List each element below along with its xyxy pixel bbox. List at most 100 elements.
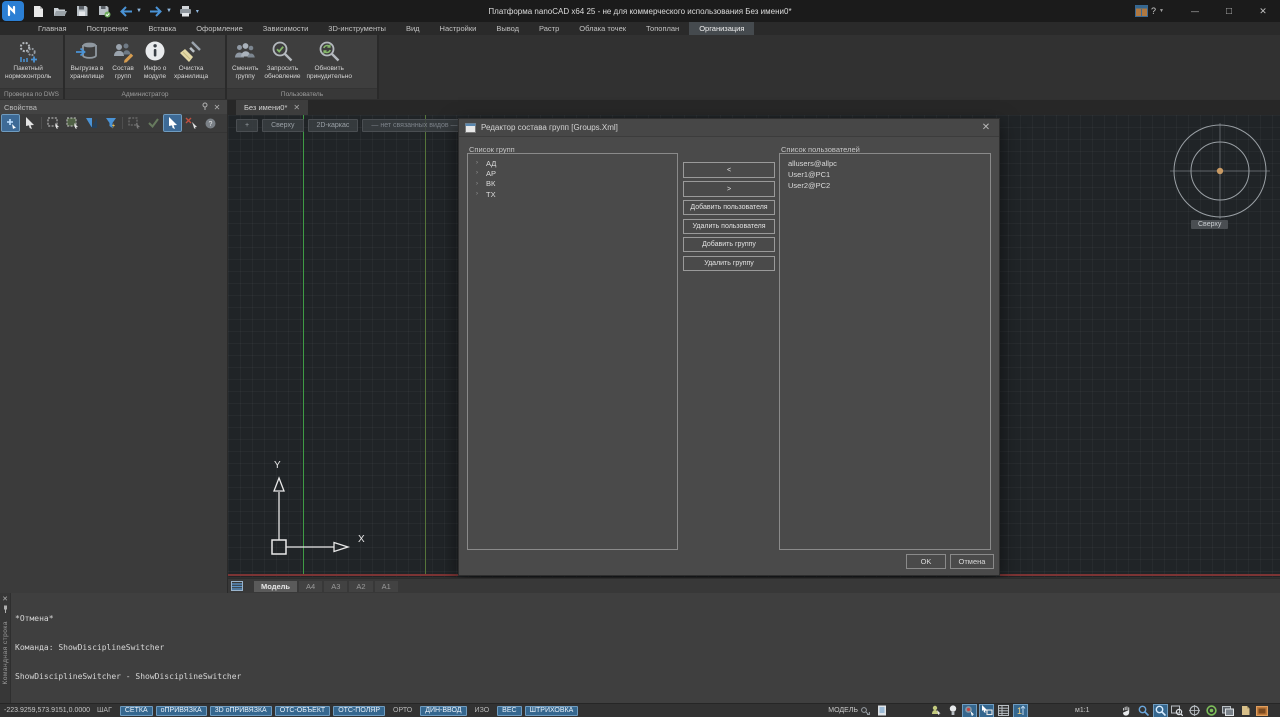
group-tree-item[interactable]: ›АР [468,168,677,178]
window-select-icon[interactable] [45,115,62,131]
group-members-button[interactable]: Состав групп [107,37,139,82]
remove-group-button[interactable]: Удалить группу [683,256,775,271]
zoom-icon[interactable] [1137,705,1150,717]
user-list-item[interactable]: allusers@allpc [780,158,990,169]
command-panel-pin-icon[interactable] [2,605,9,615]
undo-dropdown-icon[interactable]: ▼ [136,8,142,14]
viewport-linked-views-button[interactable]: — нет связанных видов — [362,119,466,132]
notes-icon[interactable] [877,705,887,716]
layout-tab-a1[interactable]: A1 [375,581,398,592]
tab-oformlenie[interactable]: Оформление [186,22,253,35]
notifications-bulb-icon[interactable] [946,705,959,717]
qat-customize-icon[interactable]: ▾ [196,8,199,15]
panel-close-icon[interactable]: ✕ [211,103,223,112]
selection-help-icon[interactable]: ? [202,115,219,131]
toggle-lineweight[interactable]: ВЕС [497,706,521,716]
toggle-3d-osnap[interactable]: 3D оПРИВЯЗКА [210,706,272,716]
zoom-window-icon[interactable] [1154,705,1167,717]
command-history[interactable]: *Отмена* Команда: ShowDisciplineSwitcher… [11,593,1280,717]
group-tree-item[interactable]: ›ТХ [468,189,677,199]
save-as-icon[interactable] [96,3,112,19]
tab-vyvod[interactable]: Вывод [486,22,529,35]
toggle-polar[interactable]: ОТС-ПОЛЯР [333,706,385,716]
undo-icon[interactable] [118,3,134,19]
layout-tab-model[interactable]: Модель [254,581,297,592]
tab-nastroyki[interactable]: Настройки [430,22,487,35]
visual-style-sphere-icon[interactable] [1205,705,1218,717]
tab-postroenie[interactable]: Построение [77,22,139,35]
toggle-osnap[interactable]: оПРИВЯЗКА [156,706,207,716]
toggle-dyn-input[interactable]: ДИН-ВВОД [420,706,466,716]
document-tab[interactable]: Без имени0* ✕ [236,100,308,115]
tab-organizatsiya[interactable]: Организация [689,22,754,35]
tab-topoplan[interactable]: Топоплан [636,22,689,35]
add-user-button[interactable]: Добавить пользователя [683,200,775,215]
compass-view-label[interactable]: Сверху [1191,220,1228,229]
crossing-select-icon[interactable] [64,115,81,131]
selection-cycling-icon[interactable] [963,705,976,717]
viewport-visual-style-button[interactable]: 2D-каркас [308,119,359,132]
ok-button[interactable]: OK [906,554,946,569]
pointer-mode-icon[interactable] [164,115,181,131]
change-group-button[interactable]: Сменить группу [229,37,261,82]
storage-upload-button[interactable]: Выгрузка в хранилище [67,37,107,82]
group-tree-item[interactable]: ›ВК [468,179,677,189]
sheet-manager-icon[interactable] [1239,705,1252,717]
layout-tab-a3[interactable]: A3 [324,581,347,592]
viewport-view-button[interactable]: Сверху [262,119,303,132]
tab-glavnaya[interactable]: Главная [28,22,77,35]
viewport-plus-button[interactable]: + [236,119,258,132]
select-cursor-icon[interactable] [21,115,38,131]
tab-3d-instrumenty[interactable]: 3D-инструменты [318,22,396,35]
space-switch[interactable]: МОДЕЛЬ [828,705,887,716]
toggle-iso[interactable]: ИЗО [470,706,495,716]
close-button[interactable]: ✕ [1246,0,1280,22]
tab-zavisimosti[interactable]: Зависимости [253,22,319,35]
print-icon[interactable] [178,3,194,19]
dialog-title-bar[interactable]: Редактор состава групп [Groups.Xml] ✕ [459,119,999,137]
panel-pin-icon[interactable] [199,102,211,112]
minimize-button[interactable]: — [1178,0,1212,22]
toggle-snap[interactable]: ШАГ [92,706,117,716]
view-compass[interactable] [1170,123,1270,235]
tree-expand-icon[interactable]: › [476,191,486,197]
user-list-item[interactable]: User1@PC1 [780,169,990,180]
redo-icon[interactable] [148,3,164,19]
clear-selection-icon[interactable] [183,115,200,131]
layout-tab-a2[interactable]: A2 [349,581,372,592]
request-update-button[interactable]: Запросить обновление [261,37,303,82]
nanocad-logo-icon[interactable] [2,1,24,21]
batch-normcontrol-button[interactable]: Пакетный нормоконтроль [2,37,54,82]
user-list-item[interactable]: User2@PC2 [780,180,990,191]
selection-filter-icon[interactable] [102,115,119,131]
tab-vstavka[interactable]: Вставка [138,22,186,35]
move-left-button[interactable]: < [683,162,775,178]
tree-expand-icon[interactable]: › [476,181,486,187]
users-listbox[interactable]: allusers@allpc User1@PC1 User2@PC2 [779,153,991,550]
quick-select-icon[interactable] [83,115,100,131]
fullscreen-display-icon[interactable] [1256,705,1269,717]
new-file-icon[interactable] [30,3,46,19]
append-selection-icon[interactable] [2,115,19,131]
open-file-icon[interactable] [52,3,68,19]
toggle-otrack[interactable]: ОТС-ОБЪЕКТ [275,706,330,716]
toggle-ortho[interactable]: ОРТО [388,706,417,716]
dialog-close-icon[interactable]: ✕ [979,122,993,133]
storage-clean-button[interactable]: Очистка хранилища [171,37,211,82]
apply-selection-icon[interactable] [145,115,162,131]
force-update-button[interactable]: Обновить принудительно [303,37,355,82]
tree-expand-icon[interactable]: › [476,170,486,176]
viewport-configuration-icon[interactable] [1222,705,1235,717]
remove-user-button[interactable]: Удалить пользователя [683,219,775,234]
toggle-hatch[interactable]: ШТРИХОВКА [525,706,579,716]
ordinate-tracking-icon[interactable]: 1 [1014,705,1027,717]
quick-properties-icon[interactable] [997,705,1010,717]
zoom-object-icon[interactable] [1171,705,1184,717]
group-tree-item[interactable]: ›АД [468,158,677,168]
tree-expand-icon[interactable]: › [476,160,486,166]
copy-selection-icon[interactable] [126,115,143,131]
redo-dropdown-icon[interactable]: ▼ [166,8,172,14]
interface-scheme-icon[interactable] [1135,5,1148,17]
tab-oblaka-tochek[interactable]: Облака точек [569,22,636,35]
orbit-icon[interactable] [1188,705,1201,717]
